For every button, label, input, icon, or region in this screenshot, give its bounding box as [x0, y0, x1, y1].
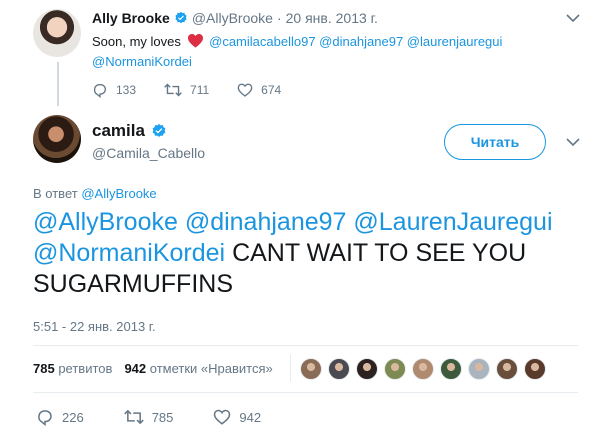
liker-avatar[interactable] — [412, 358, 434, 380]
liker-avatar[interactable] — [328, 358, 350, 380]
tweet-stats: 785 ретвитов 942 отметки «Нравится» — [33, 361, 273, 376]
verified-badge-icon — [175, 11, 187, 24]
retweets-stat[interactable]: 785 ретвитов — [33, 361, 112, 376]
divider — [33, 392, 578, 393]
stats-separator — [290, 354, 291, 382]
liker-avatar[interactable] — [440, 358, 462, 380]
retweets-stat-count: 785 — [33, 361, 55, 376]
retweet-button[interactable]: 785 — [123, 408, 174, 426]
main-text-line3: SUGARMUFFINS — [33, 270, 233, 298]
retweets-stat-label: ретвитов — [58, 361, 113, 376]
like-button[interactable]: 942 — [213, 408, 261, 426]
parent-mention-normani[interactable]: @NormaniKordei — [92, 54, 192, 69]
divider — [33, 345, 578, 346]
parent-tweet-text: Soon, my loves @camilacabello97 @dinahja… — [92, 32, 592, 72]
parent-text-prefix: Soon, my loves — [92, 34, 181, 49]
retweet-icon — [123, 409, 144, 425]
likes-stat[interactable]: 942 отметки «Нравится» — [124, 361, 272, 376]
liker-avatar[interactable] — [524, 358, 546, 380]
main-mention-normani[interactable]: @NormaniKordei — [33, 239, 225, 267]
main-mentions-line1[interactable]: @AllyBrooke @dinahjane97 @LaurenJauregui — [33, 208, 553, 236]
parent-mentions[interactable]: @camilacabello97 @dinahjane97 @laurenjau… — [209, 34, 502, 49]
likes-stat-label: отметки «Нравится» — [149, 361, 273, 376]
main-tweet-text: @AllyBrooke @dinahjane97 @LaurenJauregui… — [33, 207, 593, 300]
reply-count: 133 — [116, 83, 137, 97]
chevron-down-icon[interactable] — [566, 137, 580, 147]
parent-handle[interactable]: @AllyBrooke — [192, 10, 273, 26]
header-separator: · — [276, 10, 282, 26]
reply-button[interactable]: 133 — [92, 82, 136, 98]
reply-to-prefix: В ответ — [33, 186, 78, 201]
retweet-icon — [164, 83, 182, 97]
liker-avatar[interactable] — [496, 358, 518, 380]
likers-avatars — [300, 358, 552, 380]
liker-avatar[interactable] — [356, 358, 378, 380]
like-icon — [214, 409, 231, 425]
retweet-count: 711 — [190, 83, 210, 97]
main-action-bar: 226 785 942 — [36, 408, 301, 426]
thread-connector-line — [57, 62, 59, 106]
liker-avatar[interactable] — [468, 358, 490, 380]
parent-action-bar: 133 711 674 — [92, 82, 309, 98]
main-display-name[interactable]: camila — [92, 121, 145, 141]
main-text-body: CANT WAIT TO SEE YOU — [232, 239, 527, 267]
main-avatar[interactable] — [33, 115, 81, 163]
heart-emoji-icon — [187, 34, 203, 48]
reply-icon — [93, 84, 106, 98]
parent-date[interactable]: 20 янв. 2013 г. — [286, 10, 378, 26]
reply-button[interactable]: 226 — [36, 408, 84, 426]
retweet-button[interactable]: 711 — [164, 82, 209, 98]
main-handle[interactable]: @Camila_Cabello — [92, 145, 205, 161]
like-count: 674 — [261, 83, 282, 97]
parent-display-name[interactable]: Ally Brooke — [92, 10, 170, 26]
chevron-down-icon[interactable] — [566, 13, 580, 23]
main-name-row: camila — [92, 121, 171, 141]
reply-to-line: В ответ @AllyBrooke — [33, 186, 157, 201]
reply-icon — [38, 410, 52, 426]
reply-to-handle[interactable]: @AllyBrooke — [81, 186, 156, 201]
follow-button[interactable]: Читать — [444, 124, 546, 160]
retweet-count: 785 — [151, 409, 174, 425]
tweet-timestamp[interactable]: 5:51 - 22 янв. 2013 г. — [33, 319, 156, 334]
reply-count: 226 — [62, 409, 84, 425]
like-icon — [237, 83, 253, 97]
likes-stat-count: 942 — [124, 361, 147, 376]
like-button[interactable]: 674 — [237, 82, 281, 98]
liker-avatar[interactable] — [300, 358, 322, 380]
like-count: 942 — [239, 409, 262, 425]
parent-tweet-header: Ally Brooke @AllyBrooke · 20 янв. 2013 г… — [92, 10, 378, 26]
liker-avatar[interactable] — [384, 358, 406, 380]
verified-badge-icon — [152, 124, 166, 137]
parent-avatar[interactable] — [33, 9, 81, 57]
